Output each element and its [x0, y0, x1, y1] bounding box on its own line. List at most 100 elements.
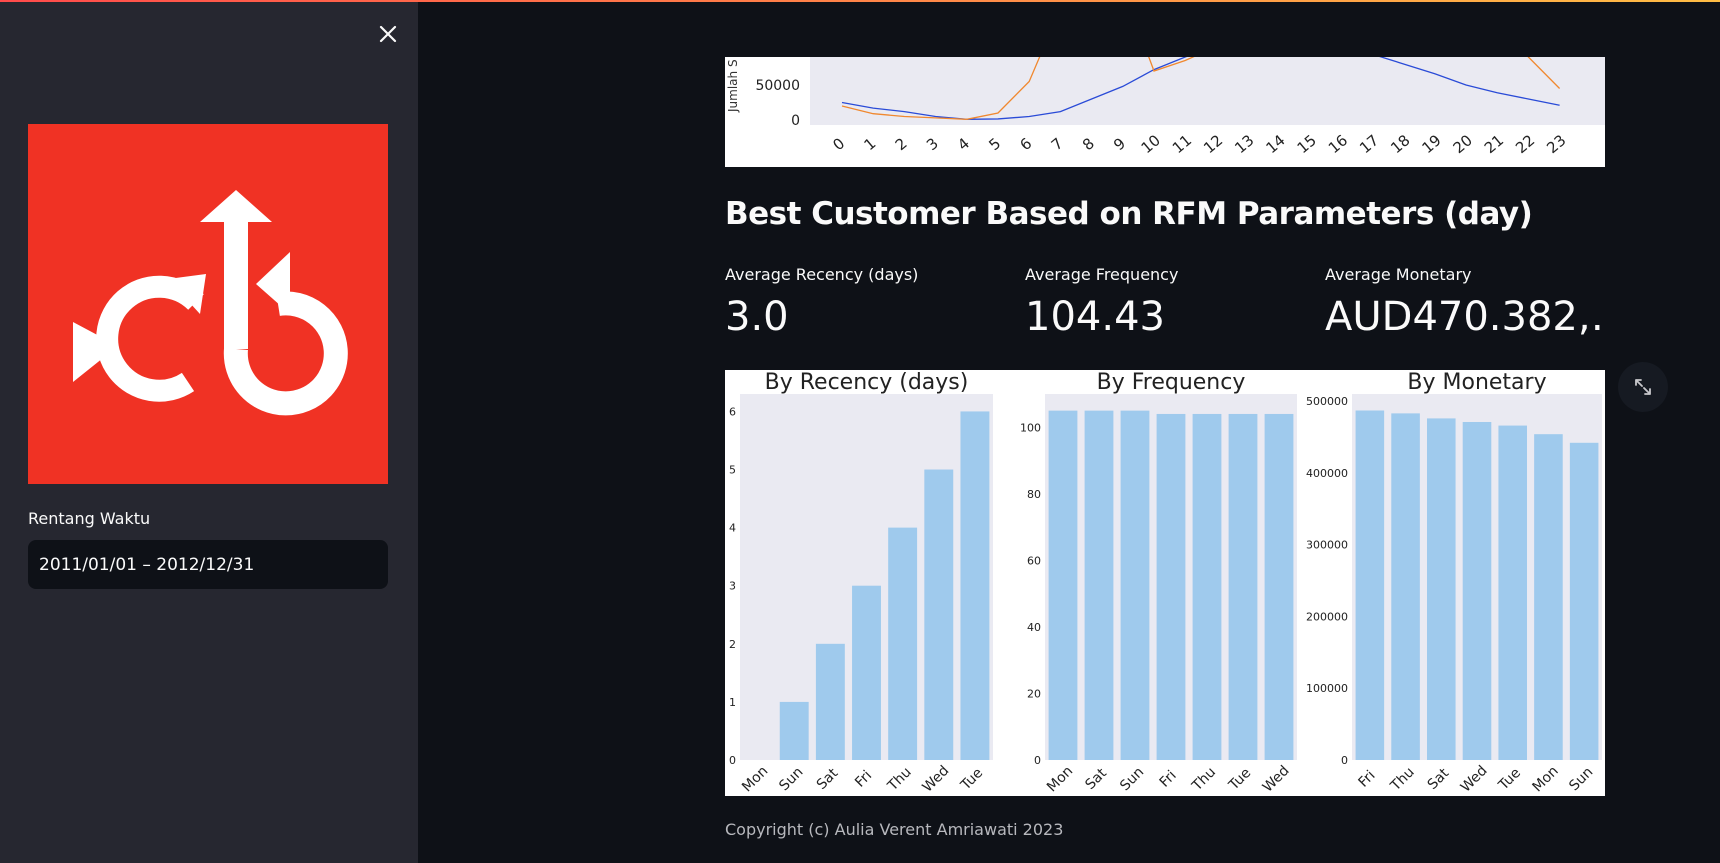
bar — [1462, 421, 1492, 760]
bar-xtick-label: Tue — [1225, 765, 1254, 794]
hourly-xtick-label: 12 — [1200, 131, 1226, 157]
bar — [960, 411, 990, 760]
bar-xtick-label: Sat — [814, 765, 842, 793]
section-title: Best Customer Based on RFM Parameters (d… — [725, 196, 1533, 232]
hourly-xtick-label: 8 — [1079, 134, 1098, 154]
bar-ytick-label: 60 — [1027, 554, 1041, 567]
bar-chart-title: By Recency (days) — [765, 370, 969, 395]
bar — [1498, 425, 1527, 760]
bar-ytick-label: 80 — [1027, 488, 1041, 501]
metric-recency-label: Average Recency (days) — [725, 265, 919, 284]
bar-xtick-label: Sun — [776, 764, 806, 794]
bar-ytick-label: 200000 — [1306, 610, 1348, 623]
hourly-xtick-label: 2 — [892, 134, 911, 154]
bar-xtick-label: Fri — [852, 768, 875, 791]
bar — [1427, 418, 1456, 760]
bar — [1264, 413, 1294, 760]
bar-xtick-label: Tue — [957, 765, 986, 794]
hourly-xtick-label: 19 — [1418, 131, 1444, 157]
bar — [924, 469, 954, 760]
bar-xtick-label: Sat — [1082, 765, 1110, 793]
bar-ytick-label: 300000 — [1306, 539, 1348, 552]
bar-ytick-label: 2 — [729, 638, 736, 651]
bar-xtick-label: Mon — [1530, 763, 1562, 795]
bar-ytick-label: 4 — [729, 522, 736, 535]
bar-xtick-label: Fri — [1355, 768, 1378, 791]
hourly-xtick-label: 22 — [1512, 131, 1538, 157]
bar — [1084, 410, 1114, 760]
footer-copyright: Copyright (c) Aulia Verent Amriawati 202… — [725, 820, 1064, 839]
bar-xtick-label: Wed — [1260, 763, 1293, 796]
plot-area — [810, 57, 1605, 125]
hourly-xtick-label: 13 — [1231, 131, 1257, 157]
bar-ytick-label: 400000 — [1306, 467, 1348, 480]
bar-xtick-label: Thu — [1189, 764, 1220, 795]
hourly-xtick-label: 6 — [1017, 134, 1036, 154]
hourly-xtick-label: 20 — [1450, 131, 1476, 157]
bar — [1192, 413, 1222, 760]
rfm-charts-svg: By Recency (days)0123456Mon Sun Sat Fri Thu W… — [729, 370, 1602, 796]
rfm-bar-charts: By Recency (days) 0 1 2 3 4 5 6 Mon Sun Sat Fri Thu W… — [725, 370, 1605, 796]
bar-ytick-label: 100000 — [1306, 682, 1348, 695]
metric-frequency-value: 104.43 — [1025, 294, 1165, 340]
bar — [1569, 442, 1599, 760]
bar — [852, 585, 881, 760]
hourly-xtick-label: 1 — [861, 134, 880, 154]
hourly-xtick-label: 17 — [1356, 131, 1382, 157]
hourly-xtick-label: 18 — [1387, 131, 1413, 157]
fullscreen-button[interactable] — [1618, 362, 1668, 412]
hourly-xtick-label: 16 — [1325, 131, 1351, 157]
hourly-xtick-label: 10 — [1138, 131, 1164, 157]
date-range-input[interactable]: 2011/01/01 – 2012/12/31 — [28, 540, 388, 589]
bar-ytick-label: 0 — [1341, 754, 1348, 767]
bar-xtick-label: Wed — [1458, 763, 1491, 796]
bar-ytick-label: 20 — [1027, 687, 1041, 700]
bar — [1156, 413, 1186, 760]
bar-ytick-label: 0 — [729, 754, 736, 767]
hourly-ylabel: Jumlah S — [726, 59, 740, 113]
hourly-line-chart: Jumlah S 50000 0 0 1 2 3 4 5 6 7 8 9 10 11 12 13 14 15 16 17… — [725, 57, 1605, 167]
bar-xtick-label: Tue — [1495, 765, 1524, 794]
bar — [1391, 413, 1420, 760]
hourly-xtick-label: 7 — [1048, 134, 1067, 154]
bar — [1120, 410, 1150, 760]
hourly-xtick-label: 5 — [985, 134, 1004, 154]
bar-xtick-label: Thu — [1387, 764, 1418, 795]
hourly-xtick-label: 3 — [923, 134, 942, 154]
close-sidebar-button[interactable] — [368, 16, 408, 52]
metric-recency-value: 3.0 — [725, 294, 789, 340]
date-range-label: Rentang Waktu — [28, 509, 151, 528]
bar-xtick-label: Mon — [1044, 763, 1076, 795]
bar-xtick-label: Sun — [1117, 764, 1147, 794]
hourly-xtick-label: 15 — [1294, 131, 1320, 157]
hourly-ytick-label: 0 — [791, 113, 800, 129]
bar-xtick-label: Sun — [1566, 764, 1596, 794]
hourly-xtick-label: 21 — [1481, 131, 1507, 157]
expand-icon — [1635, 379, 1651, 395]
hourly-xtick-label: 4 — [954, 134, 973, 154]
logo-arrows-icon — [73, 190, 348, 416]
bar-xtick-label: Wed — [920, 763, 953, 796]
hourly-xtick-label: 11 — [1169, 131, 1195, 157]
bar-ytick-label: 100 — [1020, 421, 1041, 434]
hourly-ytick-label: 50000 — [755, 78, 800, 94]
bar — [779, 701, 809, 760]
bar — [1355, 410, 1385, 760]
bar-xtick-label: Mon — [739, 763, 771, 795]
bar-ytick-label: 0 — [1034, 754, 1041, 767]
hourly-xtick-label: 23 — [1543, 131, 1569, 157]
bar-ytick-label: 3 — [729, 580, 736, 593]
metric-monetary-label: Average Monetary — [1325, 265, 1472, 284]
hourly-xtick-label: 9 — [1110, 134, 1129, 154]
hourly-xtick-label: 0 — [829, 134, 848, 154]
bar-chart-title: By Frequency — [1097, 370, 1246, 395]
bar — [1048, 410, 1078, 760]
hourly-chart-svg: Jumlah S 5000000 1 2 3 4 5 6 7 8 9 10 11 12 13 14 15 16 17… — [726, 57, 1605, 157]
close-icon — [379, 25, 397, 43]
bike-share-logo — [28, 124, 388, 484]
bar-ytick-label: 40 — [1027, 621, 1041, 634]
bar — [815, 643, 845, 760]
bar-ytick-label: 500000 — [1306, 395, 1348, 408]
bar-chart-title: By Monetary — [1407, 370, 1546, 395]
bar — [1534, 434, 1563, 760]
